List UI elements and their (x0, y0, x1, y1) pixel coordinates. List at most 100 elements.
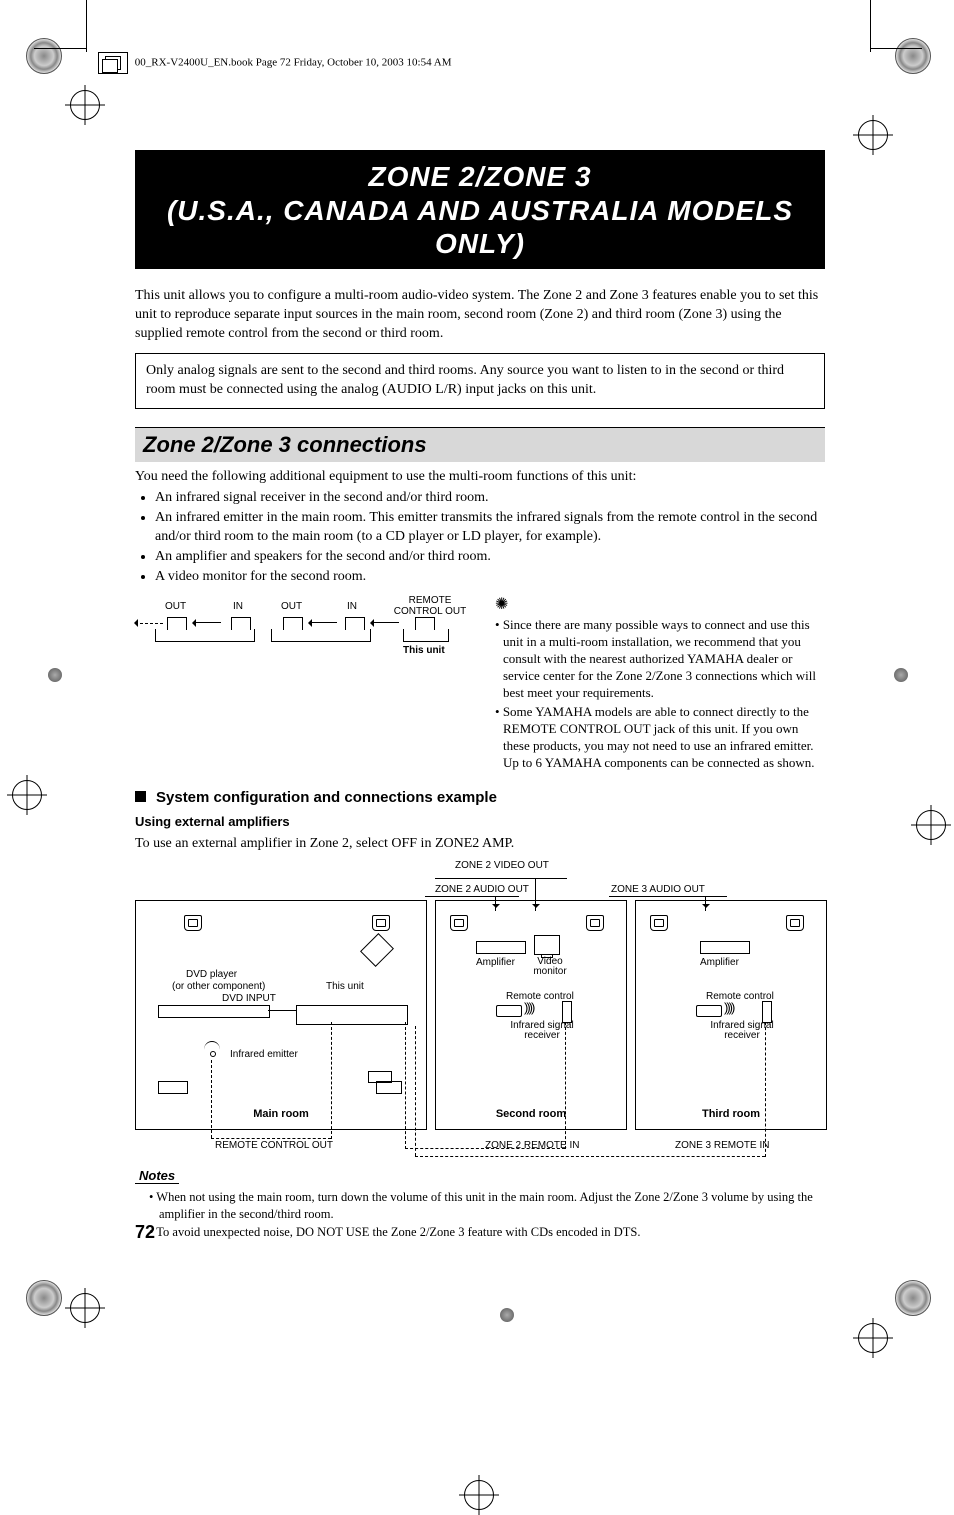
wire (435, 878, 567, 879)
third-room-box: Amplifier Remote control )))) Infrared s… (635, 900, 827, 1130)
device-icon (296, 1005, 408, 1025)
analog-note-box: Only analog signals are sent to the seco… (135, 353, 825, 409)
section-header: Zone 2/Zone 3 connections (135, 427, 825, 462)
label-zone2-remote-in: ZONE 2 REMOTE IN (485, 1140, 579, 1151)
crosshair-icon (70, 90, 100, 120)
register-mark-icon (895, 38, 931, 74)
source-folio: 00_RX-V2400U_EN.book Page 72 Friday, Oct… (98, 52, 451, 74)
list-item: An infrared signal receiver in the secon… (155, 489, 825, 508)
wire (425, 896, 519, 897)
sub-heading-text: System configuration and connections exa… (156, 789, 497, 806)
label-dvd-player: DVD player (186, 969, 237, 980)
wire (268, 1010, 296, 1011)
register-dot-icon (48, 668, 62, 682)
arrow-icon (193, 622, 221, 623)
ext-amp-text: To use an external amplifier in Zone 2, … (135, 835, 825, 854)
wire-dashed (331, 1022, 332, 1139)
wire-dashed (565, 1022, 566, 1149)
room-label: Second room (436, 1108, 626, 1120)
tip-item: • Since there are many possible ways to … (495, 617, 825, 701)
crosshair-icon (464, 1480, 494, 1510)
device-icon (476, 941, 526, 954)
trim-mark (34, 48, 86, 49)
speaker-icon (450, 915, 468, 931)
arrow-icon (135, 622, 163, 624)
system-diagram: ZONE 2 VIDEO OUT ZONE 2 AUDIO OUT ZONE 3… (135, 860, 825, 1160)
label-in: IN (233, 601, 243, 612)
tips-column: ✺ • Since there are many possible ways t… (495, 595, 825, 772)
trim-mark (86, 0, 87, 52)
label-remote-control-out: REMOTE CONTROL OUT (215, 1140, 333, 1151)
title-line1: ZONE 2/ZONE 3 (145, 160, 815, 194)
signal-icon: )))) (724, 1000, 733, 1015)
tv-small-icon (368, 1071, 392, 1083)
device-icon (700, 941, 750, 954)
register-dot-icon (894, 668, 908, 682)
label-zone2-video-out: ZONE 2 VIDEO OUT (455, 860, 549, 871)
label-ir-receiver: Infrared signal receiver (702, 1021, 782, 1041)
tip-text: Since there are many possible ways to co… (503, 617, 816, 700)
note-item: • To avoid unexpected noise, DO NOT USE … (149, 1224, 825, 1240)
device-icon (158, 1005, 270, 1018)
register-mark-icon (895, 1280, 931, 1316)
remote-icon (696, 1005, 722, 1017)
label-amplifier: Amplifier (476, 957, 515, 968)
wire-dashed (211, 1060, 212, 1138)
page: 00_RX-V2400U_EN.book Page 72 Friday, Oct… (0, 0, 954, 1351)
trim-mark (870, 48, 922, 49)
intro-text: This unit allows you to configure a mult… (135, 287, 825, 344)
speaker-icon (184, 915, 202, 931)
second-room-box: Amplifier Video monitor Remote control )… (435, 900, 627, 1130)
crosshair-icon (858, 120, 888, 150)
label-infrared-emitter: Infrared emitter (230, 1049, 298, 1060)
square-bullet-icon (135, 791, 146, 802)
label-amplifier: Amplifier (700, 957, 739, 968)
arrow-icon (371, 622, 399, 623)
label-ir-receiver: Infrared signal receiver (502, 1021, 582, 1041)
wire (609, 896, 727, 897)
speaker-icon (586, 915, 604, 931)
label-this-unit: This unit (326, 981, 364, 992)
label-video-monitor: Video monitor (528, 957, 572, 977)
room-label: Third room (636, 1108, 826, 1120)
register-mark-icon (26, 1280, 62, 1316)
crosshair-icon (12, 780, 42, 810)
label-remote-control-out: REMOTE CONTROL OUT (385, 595, 475, 617)
trim-mark (870, 0, 871, 52)
notes-heading: Notes (135, 1168, 179, 1184)
label-zone3-audio-out: ZONE 3 AUDIO OUT (611, 884, 705, 895)
crosshair-icon (916, 810, 946, 840)
label-out: OUT (281, 601, 302, 612)
label-zone3-remote-in: ZONE 3 REMOTE IN (675, 1140, 769, 1151)
list-item: A video monitor for the second room. (155, 568, 825, 587)
list-item: An amplifier and speakers for the second… (155, 548, 825, 567)
device-icon (158, 1081, 188, 1094)
note-text: To avoid unexpected noise, DO NOT USE th… (156, 1225, 640, 1239)
sub-heading: System configuration and connections exa… (135, 789, 825, 806)
register-mark-icon (26, 38, 62, 74)
crosshair-icon (858, 1323, 888, 1353)
content-area: ZONE 2/ZONE 3 (U.S.A., CANADA AND AUSTRA… (135, 150, 825, 1242)
equip-intro: You need the following additional equipm… (135, 468, 825, 487)
small-diagram: OUT IN OUT IN REMOTE CONTROL OUT (135, 595, 475, 772)
tv-icon (360, 933, 394, 967)
tip-text: Some YAMAHA models are able to connect d… (503, 704, 815, 770)
title-line2: (U.S.A., CANADA AND AUSTRALIA MODELS ONL… (145, 194, 815, 261)
arrow-icon (309, 622, 337, 623)
notes-list: • When not using the main room, turn dow… (135, 1189, 825, 1240)
register-dot-icon (500, 1308, 514, 1322)
note-item: • When not using the main room, turn dow… (149, 1189, 825, 1222)
room-label: Main room (136, 1108, 426, 1120)
remote-icon (496, 1005, 522, 1017)
main-room-box: DVD player (or other component) This uni… (135, 900, 427, 1130)
device-box-icon (403, 629, 449, 642)
speaker-icon (786, 915, 804, 931)
wire-dashed (405, 1022, 406, 1149)
speaker-icon (372, 915, 390, 931)
label-this-unit: This unit (403, 645, 445, 656)
list-item: An infrared emitter in the main room. Th… (155, 509, 825, 547)
wire-dashed (415, 1156, 765, 1157)
sub-sub-heading: Using external amplifiers (135, 814, 825, 829)
page-number: 72 (135, 1222, 155, 1243)
device-box-icon (155, 629, 255, 642)
